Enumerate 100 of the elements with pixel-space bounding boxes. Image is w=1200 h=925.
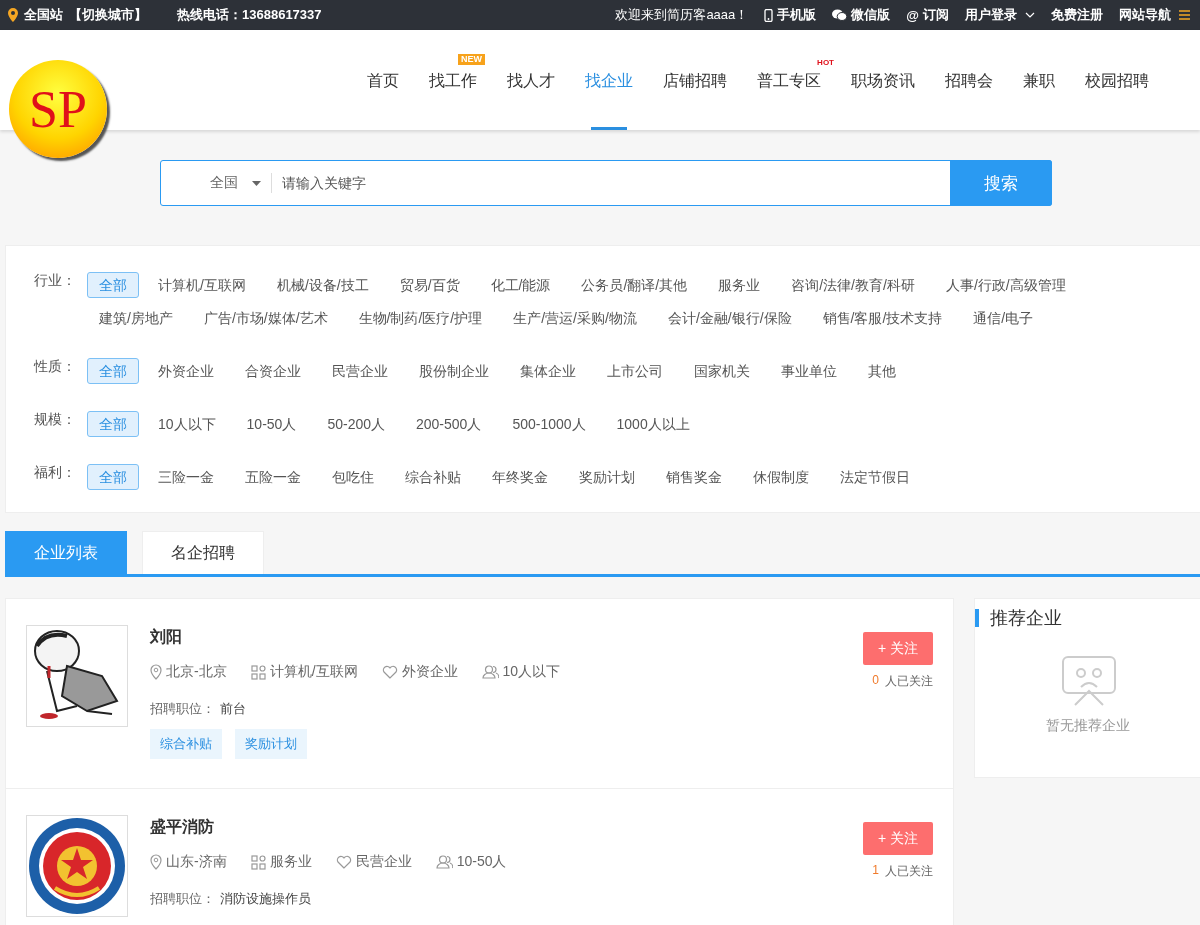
filter-label: 行业：: [34, 271, 77, 290]
top-link[interactable]: 手机版: [764, 6, 817, 24]
filter-option[interactable]: 集体企业: [508, 358, 588, 384]
new-label: NEW: [458, 54, 485, 65]
switch-city-link[interactable]: 【切换城市】: [69, 6, 147, 24]
company-industry: 计算机/互联网: [269, 663, 358, 681]
grid-icon: [250, 664, 266, 680]
people-icon: [481, 665, 499, 679]
filter-option[interactable]: 其他: [856, 358, 908, 384]
hot-label: HOT: [817, 59, 834, 67]
nav-link[interactable]: 找人才: [507, 70, 555, 92]
top-link[interactable]: 网站导航: [1119, 6, 1190, 24]
filter-option[interactable]: 年终奖金: [480, 464, 560, 490]
filter-option[interactable]: 销售奖金: [654, 464, 734, 490]
top-link[interactable]: 微信版: [832, 6, 891, 24]
position-label: 招聘职位：: [150, 701, 215, 716]
site-logo[interactable]: SP: [9, 60, 107, 158]
heart-icon: [381, 665, 398, 679]
welcome-text: 欢迎来到简历客aaaa！: [615, 6, 749, 24]
filter-option[interactable]: 包吃住: [320, 464, 386, 490]
filter-option[interactable]: 三险一金: [146, 464, 226, 490]
filter-option[interactable]: 10-50人: [234, 411, 309, 437]
filter-option[interactable]: 建筑/房地产: [87, 305, 185, 331]
company-nature: 外资企业: [401, 663, 458, 681]
caret-down-icon: [252, 180, 261, 186]
panel-title: 推荐企业: [975, 609, 1062, 627]
filter-option[interactable]: 事业单位: [769, 358, 849, 384]
chevron-down-icon: [1025, 12, 1035, 18]
filter-option[interactable]: 通信/电子: [961, 305, 1046, 331]
filter-option[interactable]: 50-200人: [315, 411, 397, 437]
location-pin-icon: [8, 8, 18, 22]
filter-option[interactable]: 股份制企业: [407, 358, 501, 384]
filter-option[interactable]: 外资企业: [146, 358, 226, 384]
filter-option[interactable]: 综合补贴: [393, 464, 473, 490]
nav-link[interactable]: 首页: [367, 70, 399, 92]
filter-option[interactable]: 1000人以上: [604, 411, 702, 437]
benefit-tag: 综合补贴: [150, 729, 222, 759]
filter-option[interactable]: 五险一金: [233, 464, 313, 490]
position-label: 招聘职位：: [150, 891, 215, 906]
nav-link[interactable]: 找工作: [429, 70, 477, 92]
filter-option[interactable]: 化工/能源: [478, 272, 563, 298]
chat-bubbles-icon: [832, 9, 848, 21]
filter-option[interactable]: 10人以下: [146, 411, 228, 437]
nav-link[interactable]: 找企业: [585, 70, 633, 92]
filter-option[interactable]: 机械/设备/技工: [264, 272, 381, 298]
filter-option[interactable]: 200-500人: [404, 411, 494, 437]
at-sign-icon: @: [906, 7, 919, 23]
filter-option[interactable]: 生产/营运/采购/物流: [501, 305, 649, 331]
top-link[interactable]: @ 订阅: [906, 6, 949, 24]
benefit-tag: 奖励计划: [235, 729, 307, 759]
position-name: 前台: [220, 701, 246, 716]
filter-label: 规模：: [34, 410, 77, 429]
filter-option[interactable]: 会计/金融/银行/保险: [655, 305, 804, 331]
filter-option[interactable]: 生物/制药/医疗/护理: [346, 305, 495, 331]
top-link[interactable]: 免费注册: [1051, 6, 1103, 24]
filter-option[interactable]: 计算机/互联网: [146, 272, 258, 298]
grid-icon: [250, 854, 266, 870]
follower-count: 0: [872, 673, 879, 689]
people-icon: [435, 855, 453, 869]
filter-option[interactable]: 销售/客服/技术支持: [810, 305, 955, 331]
empty-message: 暂无推荐企业: [1046, 717, 1130, 735]
empty-face-icon: [1061, 655, 1117, 707]
nav-link[interactable]: 职场资讯: [851, 70, 915, 92]
phone-icon: [764, 8, 774, 22]
filter-option[interactable]: 公务员/翻译/其他: [569, 272, 700, 298]
filter-option[interactable]: 服务业: [706, 272, 773, 298]
follower-count: 1: [872, 863, 879, 879]
company-location: 北京-北京: [166, 663, 227, 681]
filter-option[interactable]: 民营企业: [320, 358, 400, 384]
filter-label: 福利：: [34, 463, 77, 482]
location-pin-icon: [150, 664, 162, 680]
current-site: 全国站: [24, 6, 63, 24]
company-location: 山东-济南: [166, 853, 227, 871]
filter-option[interactable]: 上市公司: [595, 358, 675, 384]
company-size: 10人以下: [502, 663, 561, 681]
nav-link[interactable]: 招聘会: [945, 70, 993, 92]
filter-option[interactable]: 奖励计划: [567, 464, 647, 490]
filter-option[interactable]: 贸易/百货: [387, 272, 472, 298]
company-name[interactable]: 刘阳: [150, 627, 863, 648]
filter-option[interactable]: 国家机关: [682, 358, 762, 384]
heart-icon: [335, 855, 352, 869]
filter-option[interactable]: 广告/市场/媒体/艺术: [191, 305, 340, 331]
company-name[interactable]: 盛平消防: [150, 817, 863, 838]
filter-option[interactable]: 休假制度: [741, 464, 821, 490]
nav-link[interactable]: 店铺招聘: [663, 70, 727, 92]
filter-option[interactable]: 人事/行政/高级管理: [933, 272, 1078, 298]
filter-option[interactable]: 咨询/法律/教育/科研: [779, 272, 927, 298]
follower-text: 人已关注: [885, 673, 933, 690]
menu-icon: [1179, 10, 1190, 20]
hotline-text: 热线电话：13688617337: [177, 6, 322, 24]
filter-option[interactable]: 500-1000人: [500, 411, 598, 437]
top-link[interactable]: 用户登录: [965, 6, 1035, 24]
nav-link[interactable]: 普工专区: [757, 70, 821, 92]
filter-option[interactable]: 合资企业: [233, 358, 313, 384]
nav-link[interactable]: 兼职: [1023, 70, 1055, 92]
filter-label: 性质：: [34, 357, 77, 376]
list-tab[interactable]: 名企招聘: [142, 531, 264, 574]
nav-link[interactable]: 校园招聘: [1085, 70, 1149, 92]
company-nature: 民营企业: [355, 853, 412, 871]
filter-option[interactable]: 法定节假日: [828, 464, 922, 490]
